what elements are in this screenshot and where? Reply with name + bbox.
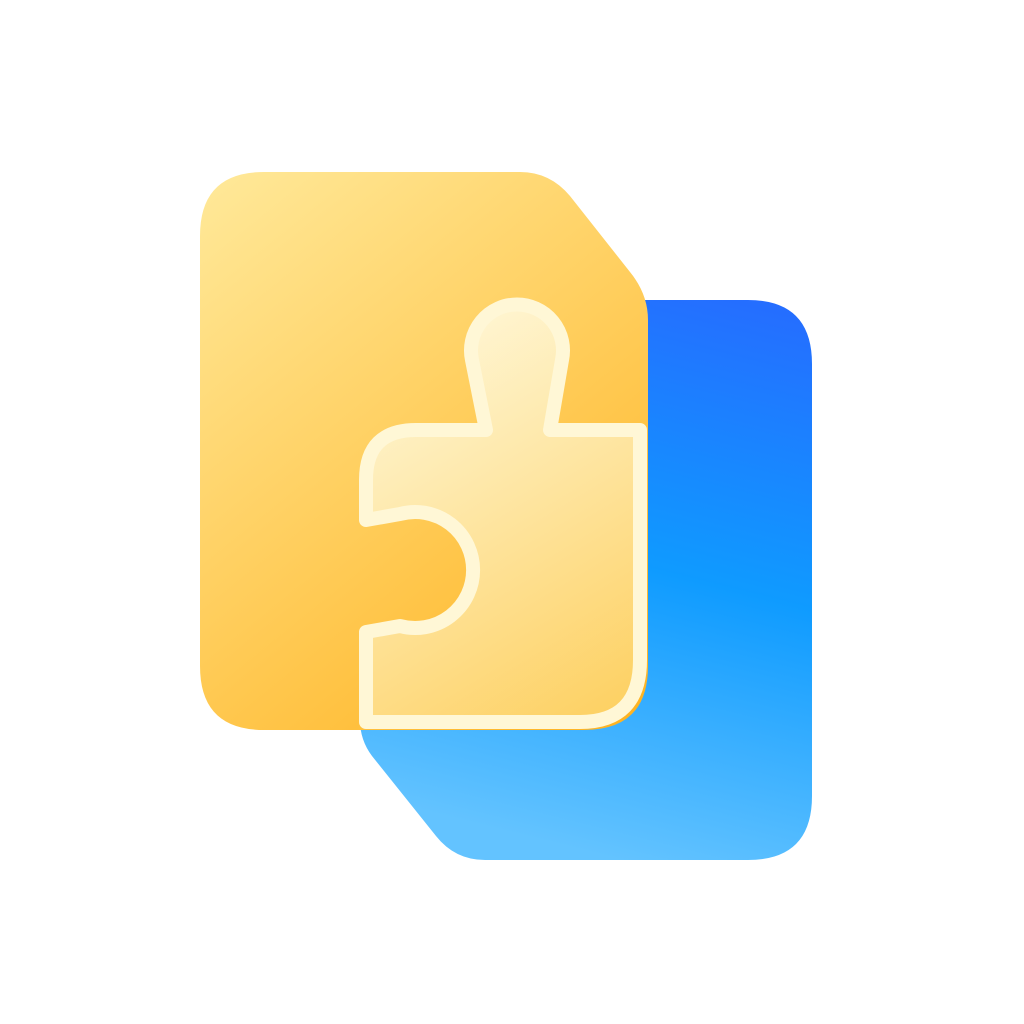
puzzle-files-icon: [200, 172, 812, 860]
icon-canvas: [0, 0, 1024, 1024]
